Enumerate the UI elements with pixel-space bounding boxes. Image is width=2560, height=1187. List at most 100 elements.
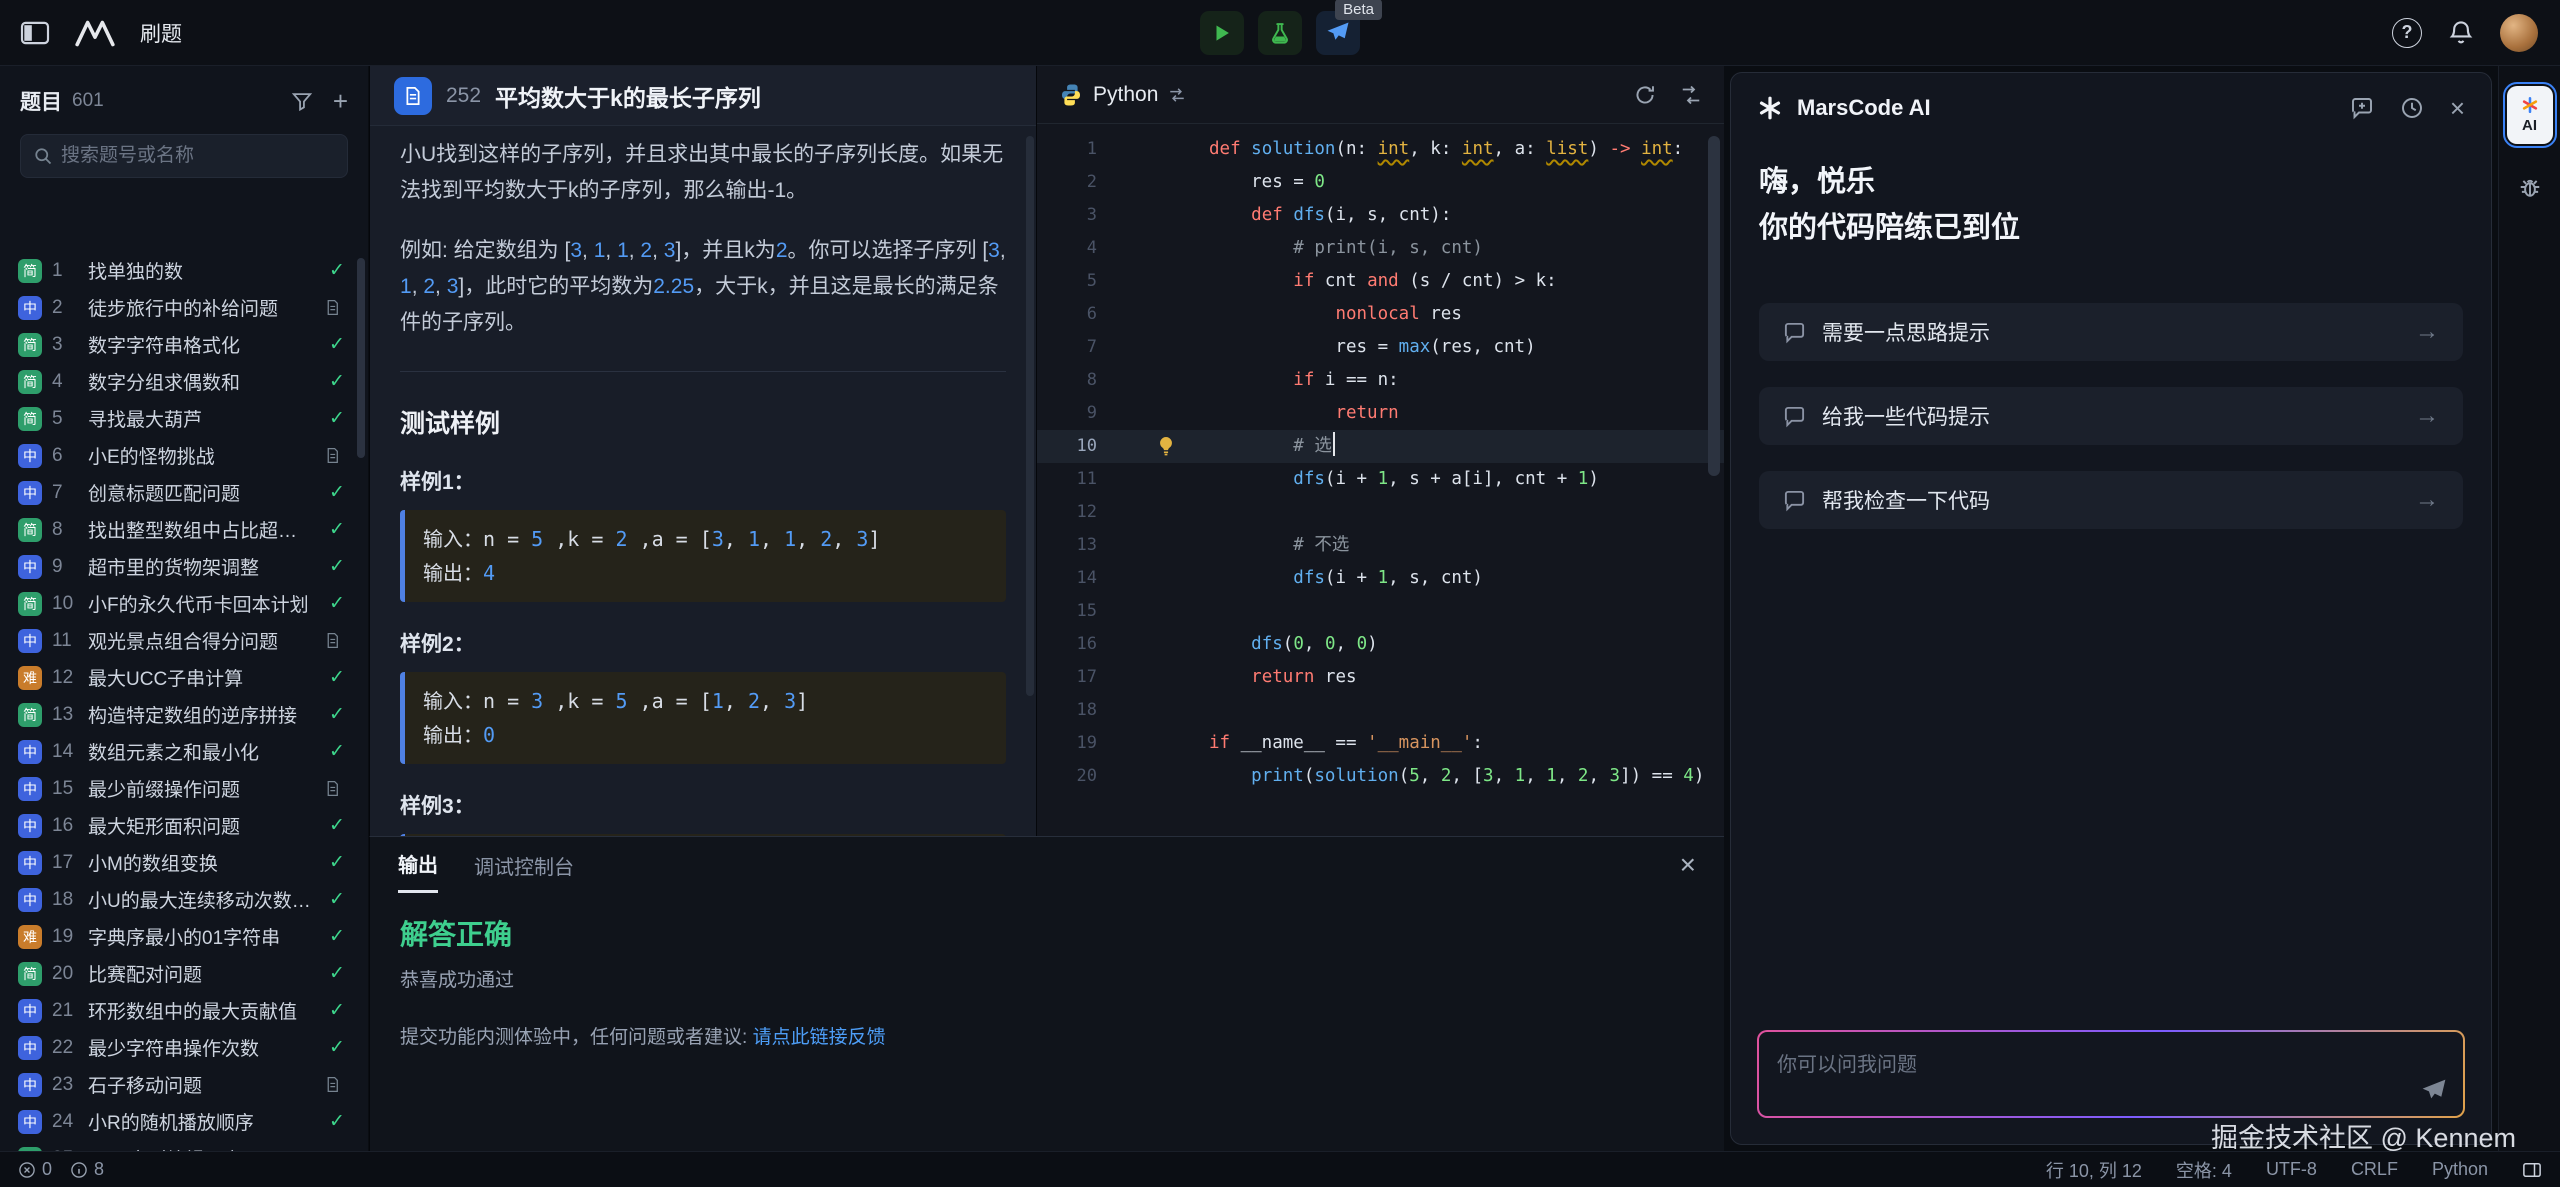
language-mode[interactable]: Python: [2432, 1159, 2488, 1180]
tab-python[interactable]: Python: [1059, 83, 1186, 107]
code-line[interactable]: 20 print(solution(5, 2, [3, 1, 1, 2, 3])…: [1037, 760, 1724, 793]
code-line[interactable]: 16 dfs(0, 0, 0): [1037, 628, 1724, 661]
problem-list-item[interactable]: 中2徒步旅行中的补给问题: [0, 289, 368, 326]
feedback-link[interactable]: 请点此链接反馈: [753, 1027, 886, 1048]
tab-output[interactable]: 输出: [398, 837, 438, 893]
tab-debug-console[interactable]: 调试控制台: [474, 837, 574, 893]
encoding[interactable]: UTF-8: [2266, 1159, 2317, 1180]
problem-list-item[interactable]: 中9超市里的货物架调整✓: [0, 548, 368, 585]
code-line[interactable]: 1def solution(n: int, k: int, a: list) -…: [1037, 133, 1724, 166]
difficulty-badge: 简: [18, 407, 42, 431]
editor-scrollbar[interactable]: [1708, 136, 1720, 476]
check-icon: ✓: [324, 999, 350, 1022]
problem-list-item[interactable]: 中15最少前缀操作问题: [0, 770, 368, 807]
top-bar: 刷题 Beta ?: [0, 0, 2560, 66]
code-line[interactable]: 4 # print(i, s, cnt): [1037, 232, 1724, 265]
problem-list-item[interactable]: 中18小U的最大连续移动次数…✓: [0, 881, 368, 918]
problem-list-item[interactable]: 简10小F的永久代币卡回本计划✓: [0, 585, 368, 622]
problem-number: 5: [52, 408, 78, 430]
problem-list-item[interactable]: 简3数字字符串格式化✓: [0, 326, 368, 363]
sidebar-scrollbar[interactable]: [357, 258, 365, 458]
code-line[interactable]: 5 if cnt and (s / cnt) > k:: [1037, 265, 1724, 298]
output-close-icon[interactable]: ×: [1680, 851, 1696, 879]
problem-scrollbar[interactable]: [1026, 136, 1034, 696]
code-line[interactable]: 19if __name__ == '__main__':: [1037, 727, 1724, 760]
problems-errors[interactable]: 0: [18, 1159, 52, 1180]
problem-list-item[interactable]: 中21环形数组中的最大贡献值✓: [0, 992, 368, 1029]
cursor-position[interactable]: 行 10, 列 12: [2046, 1157, 2142, 1183]
code-line[interactable]: 18: [1037, 694, 1724, 727]
layout-icon[interactable]: [2522, 1160, 2542, 1180]
ai-close-icon[interactable]: ×: [2450, 95, 2465, 121]
problem-list-item[interactable]: 简4数字分组求偶数和✓: [0, 363, 368, 400]
code-line[interactable]: 13 # 不选: [1037, 529, 1724, 562]
problem-list-item[interactable]: 简8找出整型数组中占比超过…✓: [0, 511, 368, 548]
code-line[interactable]: 7 res = max(res, cnt): [1037, 331, 1724, 364]
difficulty-badge: 中: [18, 296, 42, 320]
problem-list-item[interactable]: 中6小E的怪物挑战: [0, 437, 368, 474]
code-line[interactable]: 6 nonlocal res: [1037, 298, 1724, 331]
problem-list-item[interactable]: 简5寻找最大葫芦✓: [0, 400, 368, 437]
problem-list-item[interactable]: 简1找单独的数✓: [0, 252, 368, 289]
avatar[interactable]: [2500, 14, 2538, 52]
check-icon: ✓: [324, 703, 350, 726]
new-chat-icon[interactable]: [2350, 96, 2374, 120]
code-line[interactable]: 10 # 选: [1037, 430, 1724, 463]
code-line[interactable]: 11 dfs(i + 1, s + a[i], cnt + 1): [1037, 463, 1724, 496]
marscode-logo-icon: [1757, 95, 1783, 121]
submit-button[interactable]: Beta: [1316, 11, 1360, 55]
language-switch-icon[interactable]: [1168, 86, 1186, 104]
ai-assistant-button[interactable]: AI: [2507, 86, 2553, 144]
ai-question-input[interactable]: [1759, 1032, 2463, 1116]
problem-list-item[interactable]: 难19字典序最小的01字符串✓: [0, 918, 368, 955]
code-line[interactable]: 15: [1037, 595, 1724, 628]
problem-list-item[interactable]: 简20比赛配对问题✓: [0, 955, 368, 992]
code-line[interactable]: 9 return: [1037, 397, 1724, 430]
problem-list-item[interactable]: 中11观光景点组合得分问题: [0, 622, 368, 659]
problem-list-item[interactable]: 难12最大UCC子串计算✓: [0, 659, 368, 696]
problem-number: 2: [52, 297, 78, 319]
eol-setting[interactable]: CRLF: [2351, 1159, 2398, 1180]
arrow-right-icon: →: [2415, 402, 2439, 430]
bug-report-icon[interactable]: [2517, 174, 2543, 200]
code-line[interactable]: 17 return res: [1037, 661, 1724, 694]
difficulty-badge: 简: [18, 333, 42, 357]
ai-suggestion-card[interactable]: 给我一些代码提示→: [1759, 387, 2463, 445]
code-line[interactable]: 2 res = 0: [1037, 166, 1724, 199]
problems-infos[interactable]: 8: [70, 1159, 104, 1180]
check-icon: ✓: [324, 814, 350, 837]
problem-list-item[interactable]: 中23石子移动问题: [0, 1066, 368, 1103]
run-button[interactable]: [1200, 11, 1244, 55]
bell-icon[interactable]: [2448, 20, 2474, 46]
ai-suggestion-card[interactable]: 需要一点思路提示→: [1759, 303, 2463, 361]
problem-list-item[interactable]: 简25DNA序列编辑距离: [0, 1140, 368, 1151]
reset-code-icon[interactable]: [1634, 84, 1656, 106]
filter-icon[interactable]: [291, 90, 313, 112]
help-icon[interactable]: ?: [2392, 18, 2422, 48]
search-input[interactable]: [61, 145, 335, 167]
problem-list-item[interactable]: 中7创意标题匹配问题✓: [0, 474, 368, 511]
history-icon[interactable]: [2400, 96, 2424, 120]
problem-list-item[interactable]: 中16最大矩形面积问题✓: [0, 807, 368, 844]
ai-suggestion-card[interactable]: 帮我检查一下代码→: [1759, 471, 2463, 529]
send-icon[interactable]: [2421, 1078, 2447, 1104]
code-line[interactable]: 8 if i == n:: [1037, 364, 1724, 397]
code-line[interactable]: 14 dfs(i + 1, s, cnt): [1037, 562, 1724, 595]
problem-list-item[interactable]: 中22最少字符串操作次数✓: [0, 1029, 368, 1066]
problem-list-item[interactable]: 简13构造特定数组的逆序拼接✓: [0, 696, 368, 733]
problem-list-item[interactable]: 中24小R的随机播放顺序✓: [0, 1103, 368, 1140]
problem-title: 小R的随机播放顺序: [88, 1108, 314, 1135]
code-area[interactable]: 1def solution(n: int, k: int, a: list) -…: [1037, 125, 1724, 836]
code-line[interactable]: 12: [1037, 496, 1724, 529]
problem-list-item[interactable]: 中14数组元素之和最小化✓: [0, 733, 368, 770]
diff-view-icon[interactable]: [1680, 84, 1702, 106]
add-problem-button[interactable]: +: [333, 88, 348, 114]
lightbulb-icon[interactable]: [1155, 435, 1177, 457]
run-tests-button[interactable]: [1258, 11, 1302, 55]
indent-setting[interactable]: 空格: 4: [2176, 1157, 2232, 1183]
problem-list-item[interactable]: 中17小M的数组变换✓: [0, 844, 368, 881]
code-line[interactable]: 3 def dfs(i, s, cnt):: [1037, 199, 1724, 232]
problem-number: 16: [52, 815, 78, 837]
divider: [400, 371, 1006, 372]
sidebar-toggle-icon[interactable]: [20, 20, 50, 46]
